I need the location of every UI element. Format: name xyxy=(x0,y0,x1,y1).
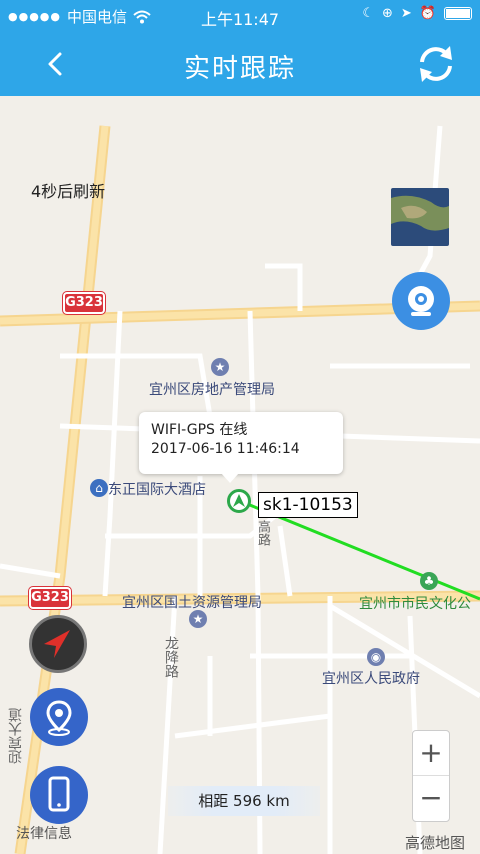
map-view[interactable]: 4秒后刷新 G323 G323 ★ 宜州区房地产管理局 ⌂ 东正国际大酒店 宜州… xyxy=(0,96,480,854)
distance-label: 相距 596 km xyxy=(168,786,320,816)
satellite-layer-button[interactable] xyxy=(391,188,449,246)
legal-info-link[interactable]: 法律信息 xyxy=(16,823,72,843)
my-location-button[interactable] xyxy=(30,688,88,746)
navigation-arrow-icon xyxy=(233,494,245,507)
road-shield-g323-bottom: G323 xyxy=(28,586,72,610)
road-label-longjiang: 龙降路 xyxy=(163,636,179,678)
government-icon: ◉ xyxy=(367,648,385,666)
phone-button[interactable] xyxy=(30,766,88,824)
device-timestamp: 2017-06-16 11:46:14 xyxy=(151,441,300,457)
road-label-yingbin: 迎宾大道 xyxy=(8,708,24,764)
lock-rotation-icon: ⊕ xyxy=(382,6,393,21)
zoom-out-button[interactable]: − xyxy=(413,776,449,821)
refresh-icon xyxy=(420,46,452,82)
zoom-in-button[interactable]: + xyxy=(413,731,449,776)
poi-culture-park[interactable]: 宜州市市民文化公 xyxy=(359,593,471,613)
device-name-label: sk1-10153 xyxy=(258,492,358,518)
map-provider-logo: 高德地图 xyxy=(405,834,466,852)
compass-button[interactable] xyxy=(29,615,87,673)
device-info-popup[interactable]: WIFI-GPS 在线 2017-06-16 11:46:14 xyxy=(139,412,343,483)
zoom-control: + − xyxy=(412,730,450,822)
poi-star-icon: ★ xyxy=(211,358,229,376)
device-status-text: WIFI-GPS 在线 xyxy=(151,422,248,438)
road-label-fragment: 高路 xyxy=(255,520,270,546)
location-services-icon: ➤ xyxy=(400,6,412,21)
poi-star-icon-2: ★ xyxy=(189,610,207,628)
phone-icon xyxy=(48,776,70,812)
battery-icon xyxy=(444,7,472,20)
satellite-map-icon xyxy=(391,188,449,246)
status-bar: ●●●●● 中国电信 上午11:47 ☾ ⊕ ➤ ⏰ xyxy=(0,0,480,32)
park-icon: ♣ xyxy=(420,572,438,590)
status-right: ☾ ⊕ ➤ ⏰ xyxy=(362,6,472,21)
poi-hotel[interactable]: 东正国际大酒店 xyxy=(108,479,206,499)
camera-icon xyxy=(408,286,434,316)
poi-real-estate-bureau[interactable]: 宜州区房地产管理局 xyxy=(149,379,275,399)
navigation-arrow-icon xyxy=(44,630,70,658)
page-title: 实时跟踪 xyxy=(183,54,296,84)
moon-icon: ☾ xyxy=(362,6,374,21)
road-shield-g323-top: G323 xyxy=(62,291,106,315)
hotel-icon: ⌂ xyxy=(90,479,108,497)
refresh-button[interactable] xyxy=(414,42,458,86)
poi-land-bureau[interactable]: 宜州区国土资源管理局 xyxy=(122,592,262,612)
alarm-icon: ⏰ xyxy=(419,6,436,21)
location-pin-icon xyxy=(46,700,72,736)
nav-bar: 实时跟踪 xyxy=(0,32,480,96)
device-marker[interactable] xyxy=(227,489,251,513)
refresh-countdown: 4秒后刷新 xyxy=(31,182,106,201)
poi-government[interactable]: 宜州区人民政府 xyxy=(322,668,420,688)
camera-button[interactable] xyxy=(392,272,450,330)
